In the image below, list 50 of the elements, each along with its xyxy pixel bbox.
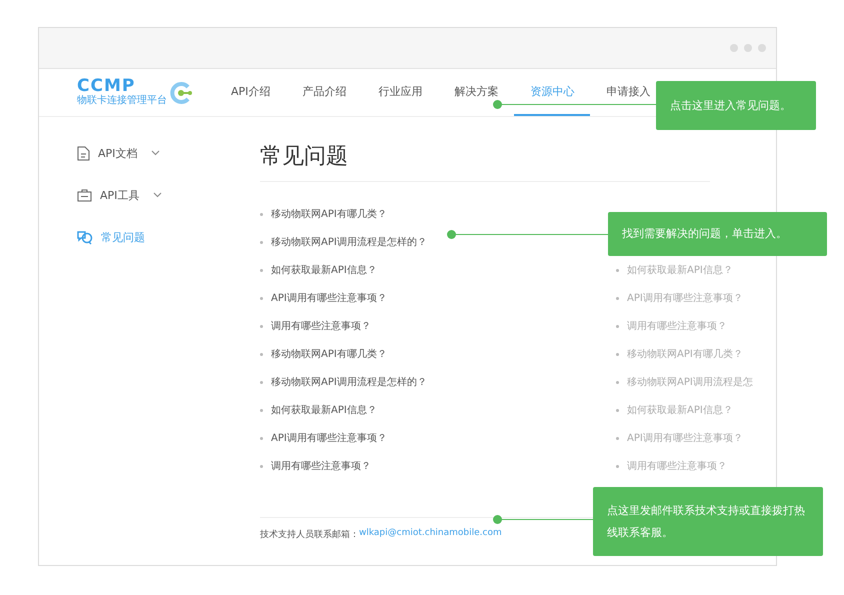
page-title: 常见问题 bbox=[260, 141, 710, 182]
bullet-icon bbox=[616, 268, 619, 272]
bullet-icon bbox=[616, 352, 619, 356]
window-dot-icon[interactable] bbox=[744, 44, 752, 52]
faq-link[interactable]: 移动物联网API有哪几类？ bbox=[260, 200, 387, 228]
faq-link[interactable]: 如何获取最新API信息？ bbox=[260, 256, 377, 284]
chevron-down-icon bbox=[151, 150, 160, 156]
nav-tab[interactable]: 行业应用 bbox=[362, 69, 438, 116]
bullet-icon bbox=[260, 324, 263, 328]
window-dot-icon[interactable] bbox=[758, 44, 766, 52]
support-email-label: 技术支持人员联系邮箱： bbox=[260, 528, 359, 541]
faq-link[interactable]: 移动物联网API调用流程是怎样的？ bbox=[260, 228, 427, 256]
chevron-down-icon bbox=[153, 192, 162, 198]
chat-bubbles-icon bbox=[77, 230, 93, 244]
faq-link[interactable]: 如何获取最新API信息？ bbox=[260, 396, 377, 424]
bullet-icon bbox=[260, 380, 263, 384]
nav-tab[interactable]: 解决方案 bbox=[438, 69, 514, 116]
bullet-icon bbox=[616, 436, 619, 440]
bullet-icon bbox=[616, 324, 619, 328]
callout-tooltip: 点击这里进入常见问题。 bbox=[656, 81, 816, 130]
nav-tab[interactable]: API介绍 bbox=[215, 69, 286, 116]
toolbox-icon bbox=[77, 188, 92, 202]
bullet-icon bbox=[260, 296, 263, 300]
callout-tooltip: 点这里发邮件联系技术支持或直接拨打热线联系客服。 bbox=[593, 487, 823, 556]
faq-link[interactable]: API调用有哪些注意事项？ bbox=[260, 424, 387, 452]
bullet-icon bbox=[260, 212, 263, 216]
faq-link[interactable]: API调用有哪些注意事项？ bbox=[260, 284, 387, 312]
bullet-icon bbox=[260, 352, 263, 356]
sidebar-item[interactable]: API工具 bbox=[77, 185, 219, 205]
faq-link[interactable]: 移动物联网API有哪几类？ bbox=[260, 340, 387, 368]
faq-link[interactable]: 调用有哪些注意事项？ bbox=[260, 452, 371, 480]
bullet-icon bbox=[616, 380, 619, 384]
logo-ring-icon bbox=[169, 80, 193, 104]
faq-link[interactable]: 移动物联网API调用流程是怎样的？ bbox=[260, 368, 427, 396]
window-dot-icon[interactable] bbox=[730, 44, 738, 52]
nav-tab[interactable]: 产品介绍 bbox=[286, 69, 362, 116]
bullet-icon bbox=[260, 436, 263, 440]
bullet-icon bbox=[260, 240, 263, 244]
logo-wordmark: CCMP bbox=[77, 78, 136, 95]
callout-tooltip: 找到需要解决的问题，单击进入。 bbox=[608, 212, 827, 256]
bullet-icon bbox=[616, 296, 619, 300]
document-icon bbox=[77, 146, 90, 160]
faq-link[interactable]: 调用有哪些注意事项？ bbox=[260, 312, 371, 340]
bullet-icon bbox=[616, 408, 619, 412]
bullet-icon bbox=[616, 464, 619, 468]
bullet-icon bbox=[260, 408, 263, 412]
bullet-icon bbox=[260, 268, 263, 272]
bullet-icon bbox=[260, 464, 263, 468]
sidebar-item[interactable]: API文档 bbox=[77, 143, 219, 163]
logo-tagline: 物联卡连接管理平台 bbox=[77, 95, 167, 107]
